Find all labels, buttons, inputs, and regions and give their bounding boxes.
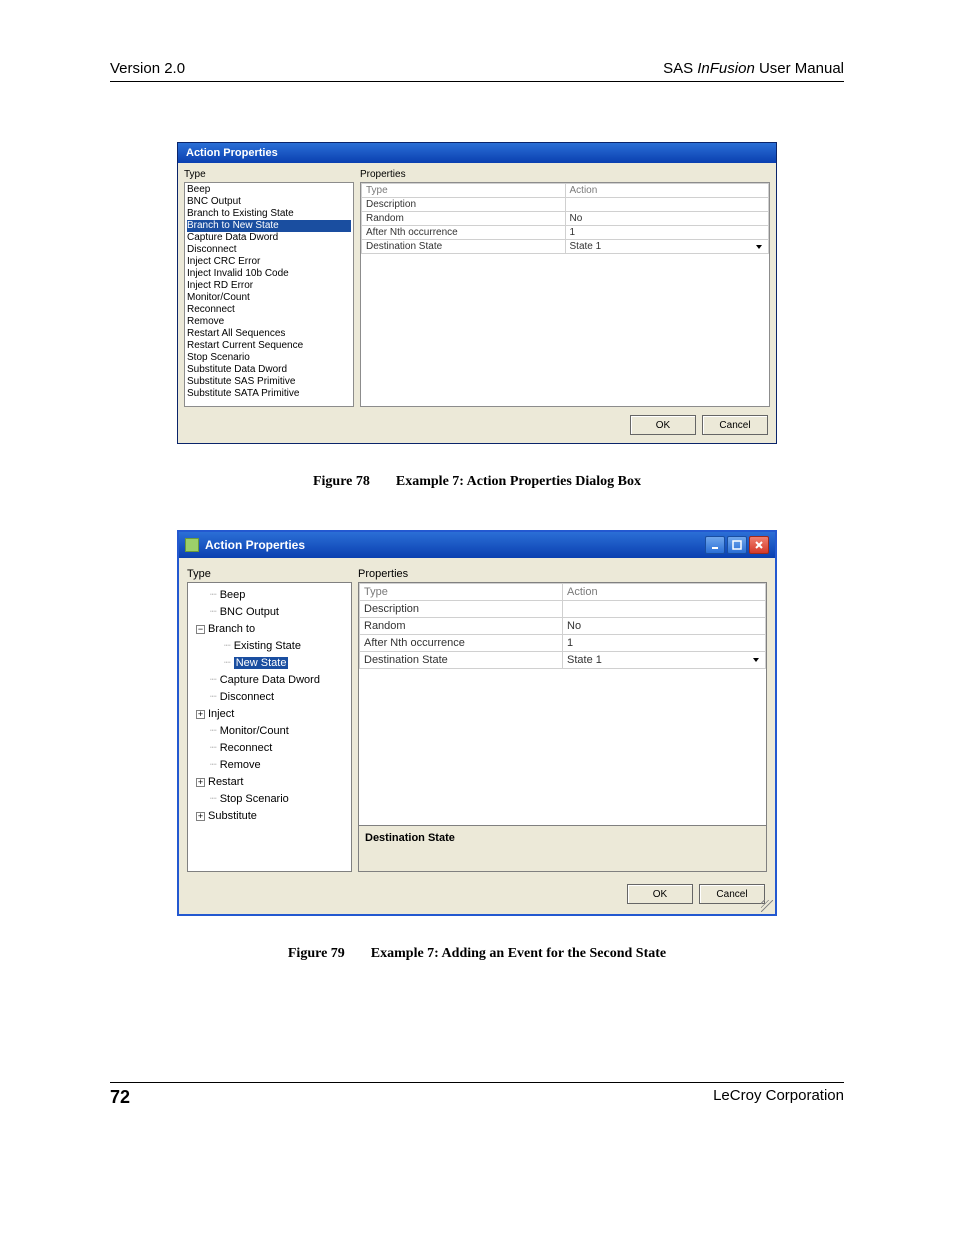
expand-icon[interactable]: + <box>196 778 205 787</box>
type-list-item[interactable]: Disconnect <box>187 244 351 256</box>
type-list-item[interactable]: Substitute Data Dword <box>187 364 351 376</box>
properties-grid[interactable]: TypeActionDescriptionRandomNoAfter Nth o… <box>358 582 767 826</box>
page-number: 72 <box>110 1087 130 1108</box>
chevron-down-icon[interactable] <box>756 245 762 249</box>
header-title: SAS InFusion User Manual <box>663 60 844 77</box>
maximize-button[interactable] <box>727 536 747 554</box>
action-properties-dialog-1: Action Properties Type BeepBNC OutputBra… <box>177 142 777 444</box>
tree-node[interactable]: ┈ New State <box>190 655 349 672</box>
property-key: After Nth occurrence <box>360 635 563 652</box>
cancel-button[interactable]: Cancel <box>699 884 765 904</box>
type-tree[interactable]: ┈ Beep┈ BNC Output−Branch to┈ Existing S… <box>187 582 352 872</box>
property-key: Random <box>362 212 566 226</box>
minimize-button[interactable] <box>705 536 725 554</box>
header-version: Version 2.0 <box>110 60 185 77</box>
type-list-item[interactable]: Monitor/Count <box>187 292 351 304</box>
property-key: Type <box>362 184 566 198</box>
properties-label: Properties <box>358 568 767 580</box>
type-list-item[interactable]: Branch to Existing State <box>187 208 351 220</box>
property-key: Type <box>360 584 563 601</box>
type-list[interactable]: BeepBNC OutputBranch to Existing StateBr… <box>184 182 354 407</box>
property-key: Random <box>360 618 563 635</box>
type-list-item[interactable]: Inject CRC Error <box>187 256 351 268</box>
tree-node[interactable]: ┈ Disconnect <box>190 689 349 706</box>
expand-icon[interactable]: + <box>196 812 205 821</box>
tree-node[interactable]: ┈ Beep <box>190 587 349 604</box>
page-header: Version 2.0 SAS InFusion User Manual <box>110 60 844 82</box>
tree-node[interactable]: ┈ Reconnect <box>190 740 349 757</box>
tree-node[interactable]: ┈ Remove <box>190 757 349 774</box>
tree-node[interactable]: ┈ Stop Scenario <box>190 791 349 808</box>
type-list-item[interactable]: Inject RD Error <box>187 280 351 292</box>
chevron-down-icon[interactable] <box>753 658 759 662</box>
app-icon <box>185 538 199 552</box>
properties-grid[interactable]: TypeActionDescriptionRandomNoAfter Nth o… <box>360 182 770 407</box>
tree-node[interactable]: ┈ Existing State <box>190 638 349 655</box>
property-key: Description <box>362 198 566 212</box>
property-value[interactable]: Action <box>565 184 769 198</box>
tree-node[interactable]: +Inject <box>190 706 349 723</box>
ok-button[interactable]: OK <box>630 415 696 435</box>
property-value[interactable]: State 1 <box>565 240 769 254</box>
tree-node[interactable]: +Restart <box>190 774 349 791</box>
property-value[interactable] <box>563 601 766 618</box>
property-key: After Nth occurrence <box>362 226 566 240</box>
figure-78-caption: Figure 78Example 7: Action Properties Di… <box>110 474 844 490</box>
type-list-item[interactable]: Restart Current Sequence <box>187 340 351 352</box>
tree-node[interactable]: +Substitute <box>190 808 349 825</box>
property-value[interactable]: 1 <box>563 635 766 652</box>
type-list-item[interactable]: Beep <box>187 184 351 196</box>
figure-79-caption: Figure 79Example 7: Adding an Event for … <box>110 946 844 962</box>
type-list-item[interactable]: Reconnect <box>187 304 351 316</box>
type-list-item[interactable]: Substitute SAS Primitive <box>187 376 351 388</box>
type-list-item[interactable]: BNC Output <box>187 196 351 208</box>
tree-node[interactable]: −Branch to <box>190 621 349 638</box>
collapse-icon[interactable]: − <box>196 625 205 634</box>
property-key: Destination State <box>362 240 566 254</box>
property-value[interactable]: No <box>565 212 769 226</box>
type-list-item[interactable]: Branch to New State <box>187 220 351 232</box>
dialog-title: Action Properties <box>178 143 776 163</box>
type-list-item[interactable]: Inject Invalid 10b Code <box>187 268 351 280</box>
tree-node[interactable]: ┈ Monitor/Count <box>190 723 349 740</box>
property-value[interactable] <box>565 198 769 212</box>
property-value[interactable]: Action <box>563 584 766 601</box>
ok-button[interactable]: OK <box>627 884 693 904</box>
type-label: Type <box>184 169 354 180</box>
type-list-item[interactable]: Capture Data Dword <box>187 232 351 244</box>
type-label: Type <box>187 568 352 580</box>
type-list-item[interactable]: Stop Scenario <box>187 352 351 364</box>
property-value[interactable]: No <box>563 618 766 635</box>
properties-label: Properties <box>360 169 770 180</box>
tree-node[interactable]: ┈ Capture Data Dword <box>190 672 349 689</box>
type-list-item[interactable]: Substitute SATA Primitive <box>187 388 351 400</box>
company-name: LeCroy Corporation <box>713 1087 844 1108</box>
property-description-pane: Destination State <box>358 826 767 872</box>
page-footer: 72 LeCroy Corporation <box>110 1082 844 1108</box>
property-value[interactable]: State 1 <box>563 652 766 669</box>
type-list-item[interactable]: Restart All Sequences <box>187 328 351 340</box>
property-key: Destination State <box>360 652 563 669</box>
property-value[interactable]: 1 <box>565 226 769 240</box>
action-properties-dialog-2: Action Properties Type ┈ Beep┈ BNC Outpu… <box>177 530 777 916</box>
dialog-title: Action Properties <box>179 532 775 558</box>
cancel-button[interactable]: Cancel <box>702 415 768 435</box>
tree-node[interactable]: ┈ BNC Output <box>190 604 349 621</box>
close-button[interactable] <box>749 536 769 554</box>
type-list-item[interactable]: Remove <box>187 316 351 328</box>
property-key: Description <box>360 601 563 618</box>
expand-icon[interactable]: + <box>196 710 205 719</box>
